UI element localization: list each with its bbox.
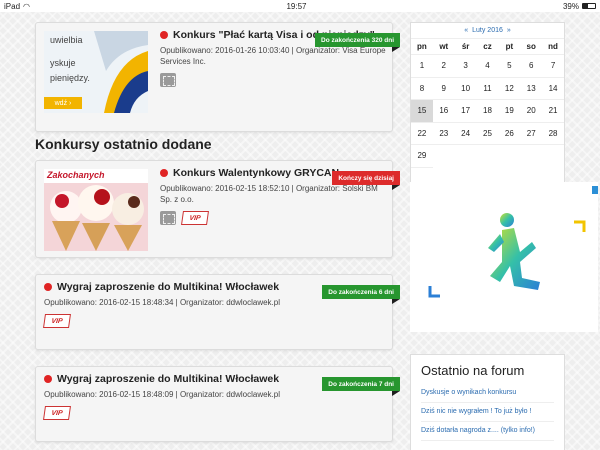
calendar-day[interactable]: 16 [432,100,455,123]
calendar-day[interactable]: 10 [454,78,477,100]
status-bar: iPad ◠ 19:57 39% [0,0,600,12]
contest-icons: VIP [43,406,374,420]
calendar-day[interactable]: 4 [476,55,499,78]
calendar-day[interactable]: 12 [498,78,521,100]
contest-card[interactable]: Wygraj zaproszenie do Multikina! Włocław… [35,366,400,442]
calendar-day[interactable]: 7 [542,55,564,78]
calendar-day[interactable]: 8 [411,78,433,100]
contest-title: Wygraj zaproszenie do Multikina! Włocław… [57,281,280,293]
calendar-next-button[interactable]: » [507,27,511,34]
status-dot-icon [44,283,52,291]
contest-icons: VIP [160,211,386,225]
contest-card-featured[interactable]: uwielbia yskuje pieniędzy. wdź › Konkurs… [35,22,400,132]
vip-badge-icon: VIP [181,211,209,225]
forum-link[interactable]: Dziś nic nie wygrałem ! To już było ! [421,403,554,422]
calendar-day[interactable]: 3 [454,55,477,78]
stamp-icon [160,211,176,225]
calendar-widget: « Luty 2016 » pn wt śr cz pt so nd 1 2 3 4 5 6 7 8 9 10 1… [410,22,565,187]
battery-fill [582,4,588,8]
ice-cream-image [44,169,148,251]
wifi-icon: ◠ [23,1,30,11]
calendar-prev-button[interactable]: « [464,27,468,34]
vip-badge-icon: VIP [43,314,71,328]
calendar-day[interactable]: 13 [520,78,543,100]
page: uwielbia yskuje pieniędzy. wdź › Konkurs… [0,12,600,450]
weekday-header: wt [432,39,455,55]
contest-title: Wygraj zaproszenie do Multikina! Włocław… [57,373,280,385]
contest-meta: Opublikowano: 2016-01-26 10:03:40 | Orga… [160,46,386,66]
weekday-header: so [520,39,543,55]
stamp-icon [160,73,176,87]
promo-line-3: pieniędzy. [50,73,90,83]
status-left: iPad ◠ [4,2,30,11]
calendar-grid: pn wt śr cz pt so nd 1 2 3 4 5 6 7 8 9 10 11 12 13 14 15 16 17 1… [411,39,564,168]
contest-icons: VIP [43,314,374,328]
promo-button[interactable]: wdź › [44,97,82,109]
status-dot-icon [44,375,52,383]
calendar-day[interactable]: 28 [542,123,564,145]
calendar-day[interactable]: 24 [454,123,477,145]
ad-info-icon[interactable] [592,186,598,194]
calendar-day[interactable]: 5 [498,55,521,78]
weekday-header: pn [411,39,433,55]
calendar-day[interactable]: 21 [542,100,564,123]
weekday-header: pt [498,39,521,55]
calendar-day[interactable]: 15 [411,100,433,123]
calendar-header: « Luty 2016 » [411,23,564,39]
battery-percent: 39% [562,1,579,11]
ice-cream-caption: Zakochanych [47,170,105,180]
deadline-ribbon: Do zakończenia 7 dni [322,377,400,391]
calendar-day[interactable]: 26 [498,123,521,145]
calendar-day[interactable]: 22 [411,123,433,145]
calendar-day[interactable]: 19 [498,100,521,123]
calendar-day[interactable]: 23 [432,123,455,145]
ad-banner[interactable] [410,182,598,332]
weekday-header: nd [542,39,564,55]
calendar-day[interactable]: 2 [432,55,455,78]
deadline-ribbon: Kończy się dzisiaj [332,171,400,185]
contest-thumbnail[interactable]: uwielbia yskuje pieniędzy. wdź › [44,31,148,113]
calendar-day[interactable]: 27 [520,123,543,145]
deadline-ribbon: Do zakończenia 320 dni [315,33,400,47]
status-right: 39% [563,2,596,11]
calendar-day[interactable]: 14 [542,78,564,100]
status-dot-icon [160,169,168,177]
contest-card[interactable]: Wygraj zaproszenie do Multikina! Włocław… [35,274,400,350]
battery-icon [581,3,596,9]
promo-line-2: yskuje [50,58,76,68]
forum-widget: Ostatnio na forum Dyskusje o wynikach ko… [410,354,565,450]
contest-card[interactable]: Zakochanych Konkurs Walentynkowy GRYCAN … [35,160,400,258]
promo-line-1: uwielbia [50,35,83,45]
calendar-day[interactable]: 29 [411,145,433,168]
forum-link[interactable]: Dziś dotarła nagroda z.... (tylko info!) [421,422,554,441]
contest-title: Konkurs Walentynkowy GRYCAN [173,167,340,179]
forum-link[interactable]: Dyskusje o wynikach konkursu [421,384,554,403]
contest-thumbnail[interactable]: Zakochanych [44,169,148,251]
calendar-day[interactable]: 11 [476,78,499,100]
calendar-day[interactable]: 25 [476,123,499,145]
device-name: iPad [4,1,21,11]
contest-icons [160,73,386,87]
weekday-header: cz [476,39,499,55]
runner-ad-graphic [428,213,586,298]
forum-title: Ostatnio na forum [421,363,525,378]
deadline-ribbon: Do zakończenia 6 dni [322,285,400,299]
calendar-day[interactable]: 17 [454,100,477,123]
calendar-day[interactable]: 6 [520,55,543,78]
calendar-day[interactable]: 1 [411,55,433,78]
status-dot-icon [160,31,168,39]
section-title: Konkursy ostatnio dodane [35,136,212,152]
clock: 19:57 [286,1,307,11]
weekday-header: śr [454,39,477,55]
calendar-day[interactable]: 9 [432,78,455,100]
calendar-day[interactable]: 18 [476,100,499,123]
vip-badge-icon: VIP [43,406,71,420]
calendar-day[interactable]: 20 [520,100,543,123]
calendar-month: Luty 2016 [472,27,503,34]
contest-meta: Opublikowano: 2016-02-15 18:52:10 | Orga… [160,184,378,204]
